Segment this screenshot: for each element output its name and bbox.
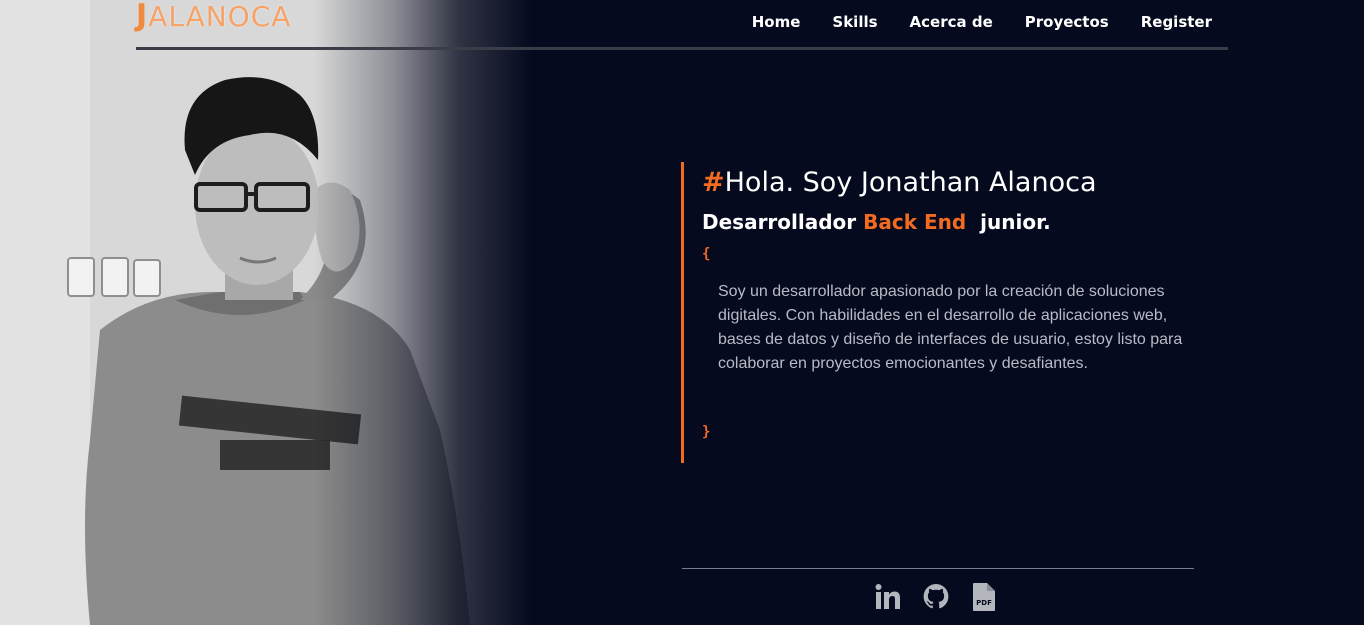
linkedin-link[interactable] <box>874 582 902 612</box>
logo-mark: J <box>136 0 149 33</box>
role-prefix: Desarrollador <box>702 210 857 234</box>
hero-photo <box>0 0 560 625</box>
site-header: J ALANOCA Home Skills Acerca de Proyecto… <box>136 0 1228 50</box>
social-links: PDF <box>874 582 998 612</box>
intro-section: #Hola. Soy Jonathan Alanoca Desarrollado… <box>681 162 1201 463</box>
intro-description: Soy un desarrollador apasionado por la c… <box>718 283 1183 372</box>
portrait-illustration <box>0 0 560 625</box>
github-link[interactable] <box>922 582 950 612</box>
nav-home[interactable]: Home <box>752 13 801 31</box>
pdf-icon: PDF <box>973 583 995 611</box>
nav-register[interactable]: Register <box>1141 13 1212 31</box>
brace-close: } <box>702 424 711 440</box>
nav-skills[interactable]: Skills <box>832 13 877 31</box>
intro-title: #Hola. Soy Jonathan Alanoca <box>702 163 1201 203</box>
pdf-icon-label: PDF <box>976 599 992 607</box>
pdf-link[interactable]: PDF <box>970 582 998 612</box>
role-subtitle: Desarrollador Back End junior. <box>702 208 1201 236</box>
github-icon <box>923 584 949 609</box>
greeting-text: Hola. Soy Jonathan Alanoca <box>724 167 1097 198</box>
logo[interactable]: J ALANOCA <box>136 0 291 34</box>
brace-open: { <box>702 246 711 262</box>
main-nav: Home Skills Acerca de Proyectos Register <box>752 13 1212 31</box>
role-accent: Back End <box>863 210 967 234</box>
header-divider <box>136 47 1228 50</box>
social-divider <box>682 568 1194 569</box>
logo-text: ALANOCA <box>148 0 292 33</box>
nav-acerca-de[interactable]: Acerca de <box>910 13 993 31</box>
role-suffix: junior. <box>980 210 1051 234</box>
title-hash: # <box>702 167 725 198</box>
linkedin-icon <box>875 584 900 609</box>
nav-proyectos[interactable]: Proyectos <box>1025 13 1109 31</box>
